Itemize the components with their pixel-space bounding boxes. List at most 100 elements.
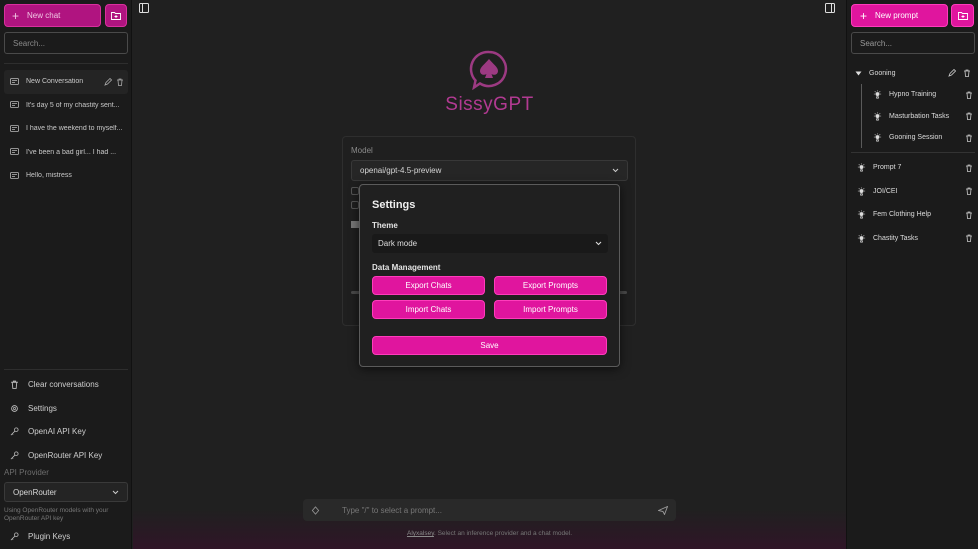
new-chat-label: New chat: [27, 11, 61, 20]
conversation-title: It's day 5 of my chastity sent...: [26, 101, 120, 109]
import-chats-button[interactable]: Import Chats: [372, 300, 485, 319]
trash-icon[interactable]: [965, 187, 973, 196]
prompt-item[interactable]: Prompt 7: [853, 156, 973, 180]
model-value: openai/gpt-4.5-preview: [360, 166, 442, 175]
send-icon[interactable]: [658, 505, 668, 515]
settings-label: Settings: [28, 403, 57, 413]
spade-chat-logo-icon: [469, 50, 508, 90]
new-prompt-button[interactable]: + New prompt: [851, 4, 948, 27]
footer-link[interactable]: Alyxalsey: [407, 530, 434, 537]
bulb-icon: [857, 163, 866, 172]
hidden-checkbox: [351, 187, 359, 195]
new-chat-button[interactable]: + New chat: [4, 4, 101, 27]
conversation-item[interactable]: I have the weekend to myself...: [4, 117, 128, 141]
plus-icon: +: [12, 8, 20, 23]
bulb-icon: [857, 187, 866, 196]
trash-icon[interactable]: [965, 164, 973, 172]
chevron-down-icon: [612, 168, 619, 173]
api-provider-select[interactable]: OpenRouter: [4, 482, 128, 502]
bolt-icon[interactable]: [311, 505, 320, 515]
bulb-icon: [873, 133, 882, 142]
prompt-name: Fem Clothing Help: [873, 211, 931, 219]
conversation-item[interactable]: It's day 5 of my chastity sent...: [4, 94, 128, 118]
model-label: Model: [351, 146, 373, 155]
prompt-folder[interactable]: Gooning: [855, 63, 971, 83]
conversation-item[interactable]: New Conversation: [4, 70, 128, 94]
prompt-name: Hypno Training: [889, 91, 937, 99]
trash-icon[interactable]: [965, 91, 973, 99]
trash-icon[interactable]: [963, 69, 971, 77]
trash-icon[interactable]: [116, 78, 124, 86]
right-sidebar: + New prompt Gooning Hypno Training Mast…: [846, 0, 978, 549]
export-prompts-button[interactable]: Export Prompts: [494, 276, 607, 295]
clear-conversations-label: Clear conversations: [28, 380, 99, 390]
plugin-keys-label: Plugin Keys: [28, 532, 71, 542]
prompt-list: Prompt 7 JOI/CEI Fem Clothing Help Chast…: [853, 156, 973, 250]
import-prompts-button[interactable]: Import Prompts: [494, 300, 607, 319]
conversation-title: New Conversation: [26, 78, 84, 86]
bulb-icon: [873, 112, 882, 121]
left-sidebar: + New chat New Conversation It's day 5 o…: [0, 0, 132, 549]
openai-api-key-label: OpenAI API Key: [28, 427, 86, 437]
chat-input-placeholder: Type "/" to select a prompt...: [342, 505, 442, 515]
sidebar-settings-menu: Clear conversations Settings OpenAI API …: [4, 373, 128, 467]
hidden-control: [351, 221, 359, 228]
message-icon: [10, 171, 19, 179]
prompt-item[interactable]: Gooning Session: [869, 127, 973, 149]
conversation-item[interactable]: I've been a bad girl... I had ...: [4, 141, 128, 165]
theme-value: Dark mode: [378, 239, 418, 248]
hidden-checkbox: [351, 201, 359, 209]
conversation-list: New Conversation It's day 5 of my chasti…: [4, 70, 128, 188]
toggle-right-sidebar-icon[interactable]: [825, 3, 835, 13]
bulb-icon: [857, 210, 866, 219]
trash-icon[interactable]: [965, 134, 973, 142]
prompt-item[interactable]: Fem Clothing Help: [853, 203, 973, 227]
new-folder-button[interactable]: [105, 4, 127, 27]
prompt-name: Prompt 7: [873, 164, 902, 172]
trash-icon[interactable]: [965, 234, 973, 243]
trash-icon[interactable]: [965, 211, 973, 219]
caret-down-icon: [855, 71, 862, 75]
openrouter-api-key-button[interactable]: OpenRouter API Key: [4, 444, 128, 468]
pencil-icon[interactable]: [104, 77, 112, 86]
bulb-icon: [857, 234, 866, 243]
model-select[interactable]: openai/gpt-4.5-preview: [351, 160, 628, 181]
footer-description: . Select an inference provider and a cha…: [433, 530, 572, 537]
provider-note: Using OpenRouter models with your OpenRo…: [4, 507, 109, 522]
prompt-item[interactable]: Hypno Training: [869, 84, 973, 106]
prompt-item[interactable]: Chastity Tasks: [853, 227, 973, 251]
chat-search-input[interactable]: [4, 32, 128, 54]
folder-plus-icon: [111, 12, 121, 20]
folder-plus-icon: [957, 12, 968, 20]
chat-input-bar[interactable]: Type "/" to select a prompt...: [303, 499, 676, 521]
chevron-down-icon: [112, 490, 119, 494]
divider: [4, 369, 128, 370]
settings-modal: Settings Theme Dark mode Data Management…: [359, 184, 620, 367]
trash-icon: [11, 380, 18, 390]
settings-title: Settings: [372, 199, 416, 211]
new-prompt-folder-button[interactable]: [951, 4, 974, 27]
settings-button[interactable]: Settings: [4, 397, 128, 421]
clear-conversations-button[interactable]: Clear conversations: [4, 373, 128, 397]
api-provider-label: API Provider: [4, 468, 49, 477]
message-icon: [10, 77, 19, 85]
pencil-icon[interactable]: [948, 69, 956, 77]
prompt-item[interactable]: JOI/CEI: [853, 180, 973, 204]
toggle-left-sidebar-icon[interactable]: [139, 3, 149, 13]
key-icon: [10, 532, 19, 541]
folder-name: Gooning: [869, 69, 896, 77]
plugin-keys-button[interactable]: Plugin Keys: [4, 525, 128, 549]
export-chats-button[interactable]: Export Chats: [372, 276, 485, 295]
prompt-search-input[interactable]: [851, 32, 975, 54]
openai-api-key-button[interactable]: OpenAI API Key: [4, 420, 128, 444]
prompt-item[interactable]: Masturbation Tasks: [869, 106, 973, 128]
theme-select[interactable]: Dark mode: [372, 234, 608, 253]
conversation-item[interactable]: Hello, mistress: [4, 164, 128, 188]
save-button[interactable]: Save: [372, 336, 607, 355]
gear-icon: [11, 404, 18, 412]
prompt-name: Gooning Session: [889, 134, 943, 142]
trash-icon[interactable]: [965, 112, 973, 121]
bulb-icon: [873, 90, 882, 99]
prompt-name: Masturbation Tasks: [889, 112, 950, 120]
divider: [4, 63, 128, 64]
